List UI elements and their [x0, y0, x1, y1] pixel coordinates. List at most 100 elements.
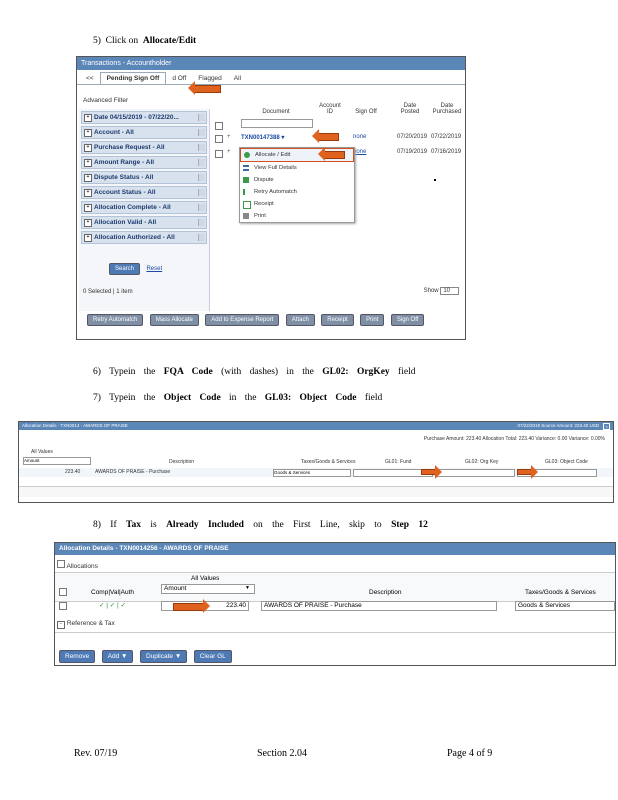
- arrow-pointer-gl03: [517, 465, 538, 479]
- expand-icon: +: [84, 143, 92, 152]
- col-account-id[interactable]: Account ID: [317, 103, 343, 115]
- document-link[interactable]: TXN00147388 ▾: [241, 134, 284, 141]
- allocation-details-titlebar: Allocation Details - TXN0014 - AWARDS OF…: [19, 422, 613, 430]
- add-to-expense-report-button[interactable]: Add to Expense Report: [205, 314, 280, 326]
- expand-row-icon[interactable]: +: [227, 134, 231, 140]
- page-size-select[interactable]: 10: [440, 287, 459, 295]
- menu-retry-automatch[interactable]: Retry Automatch: [240, 186, 354, 198]
- dropdown-icon: [198, 219, 205, 226]
- remove-button[interactable]: Remove: [59, 650, 96, 663]
- table-row[interactable]: + TXN00147388 ▾ Pd none 07/20/2019 07/22…: [213, 134, 465, 144]
- amount-value[interactable]: 223.40: [65, 469, 80, 475]
- tab-back[interactable]: <<: [80, 73, 100, 84]
- search-button[interactable]: Search: [109, 263, 141, 275]
- menu-dispute[interactable]: Dispute: [240, 174, 354, 186]
- row-checkbox[interactable]: [215, 135, 223, 143]
- tax-select[interactable]: Goods & Services: [515, 601, 615, 611]
- expand-icon: +: [84, 218, 92, 227]
- dropdown-icon: [198, 189, 205, 196]
- transactions-title: Transactions - Accountholder: [77, 57, 465, 70]
- document-filter-input[interactable]: [241, 119, 313, 128]
- row-checkbox[interactable]: [215, 150, 223, 158]
- col-gl01-fund: GL01: Fund: [385, 459, 412, 465]
- arrow-pointer-document: [312, 129, 339, 143]
- allocation-title: Allocation Details - TXN0014 - AWARDS OF…: [22, 423, 128, 428]
- details-icon: [243, 165, 249, 171]
- all-values-label: All Values: [191, 575, 220, 582]
- col-taxes-goods-services: Taxes/Goods & Services: [525, 589, 596, 596]
- clear-gl-button[interactable]: Clear GL: [193, 650, 232, 663]
- expand-icon: +: [84, 233, 92, 242]
- filter-purchase-request[interactable]: + Purchase Request - All: [81, 141, 207, 154]
- description-value[interactable]: AWARDS OF PRAISE - Purchase: [95, 469, 170, 475]
- tab-pending-sign-off[interactable]: Pending Sign Off: [99, 72, 167, 84]
- duplicate-button[interactable]: Duplicate ▼: [139, 650, 188, 663]
- tab-all[interactable]: All: [228, 73, 247, 84]
- add-button[interactable]: Add ▼: [101, 650, 134, 663]
- description-input[interactable]: AWARDS OF PRAISE - Purchase: [261, 601, 497, 611]
- filter-date[interactable]: + Date 04/15/2019 - 07/22/20...: [81, 111, 207, 124]
- filter-account-status[interactable]: + Account Status - All: [81, 186, 207, 199]
- allocations-toggle[interactable]: Allocations: [57, 560, 98, 570]
- date-purchased: 07/16/2019: [431, 149, 462, 155]
- reset-link[interactable]: Reset: [146, 266, 162, 272]
- footer-revision: Rev. 07/19: [74, 748, 118, 759]
- col-document[interactable]: Document: [241, 109, 311, 115]
- menu-print[interactable]: Print: [240, 210, 354, 222]
- close-icon[interactable]: ×: [603, 423, 610, 430]
- col-gl02-org-key: GL02: Org Key: [465, 459, 499, 465]
- tab-flagged[interactable]: Flagged: [192, 73, 228, 84]
- col-comp-val-auth: Comp|Val|Auth: [91, 589, 134, 596]
- filter-sidebar: + Date 04/15/2019 - 07/22/20... + Account …: [79, 109, 210, 311]
- tax-select[interactable]: Goods & Services: [273, 469, 351, 477]
- retry-automatch-button[interactable]: Retry Automatch: [87, 314, 144, 326]
- filter-allocation-complete[interactable]: + Allocation Complete - All: [81, 201, 207, 214]
- expand-icon: +: [84, 113, 92, 122]
- allocation-details-screenshot: Allocation Details - TXN0014256 - AWARDS…: [54, 542, 616, 666]
- tab-strip: << Pending Sign Off d Off Flagged All: [77, 70, 465, 85]
- allocation-details-wide-screenshot: Allocation Details - TXN0014 - AWARDS OF…: [18, 421, 614, 503]
- grid-header: All Values Amount ▼ Comp|Val|Auth Descri…: [55, 572, 615, 602]
- amount-select[interactable]: Amount: [23, 457, 91, 465]
- expand-icon: +: [84, 173, 92, 182]
- reference-tax-toggle[interactable]: − Reference & Tax: [57, 620, 115, 629]
- select-all-checkbox[interactable]: [215, 122, 223, 130]
- sign-off-value[interactable]: none: [353, 149, 366, 155]
- filter-amount-range[interactable]: + Amount Range - All: [81, 156, 207, 169]
- col-description: Description: [369, 589, 402, 596]
- sign-off-value[interactable]: none: [353, 134, 366, 140]
- date-purchased: 07/22/2019: [431, 134, 462, 140]
- all-values-label: All Values: [31, 449, 53, 455]
- dropdown-icon: [198, 174, 205, 181]
- print-button[interactable]: Print: [360, 314, 385, 326]
- expand-icon: +: [84, 203, 92, 212]
- filter-dispute-status[interactable]: + Dispute Status - All: [81, 171, 207, 184]
- col-date-posted[interactable]: Date Posted: [395, 103, 425, 115]
- dropdown-icon: [198, 129, 205, 136]
- selection-status: 0 Selected | 1 item: [83, 289, 133, 295]
- col-taxes-goods-services: Taxes/Goods & Services: [301, 459, 356, 465]
- attach-button[interactable]: Attach: [285, 314, 315, 326]
- filter-account[interactable]: + Account - All: [81, 126, 207, 139]
- footer-page-number: Page 4 of 9: [447, 748, 493, 759]
- mass-allocate-button[interactable]: Mass Allocate: [149, 314, 199, 326]
- expand-icon: +: [84, 128, 92, 137]
- arrow-pointer-gl02: [421, 465, 442, 479]
- select-all-checkbox[interactable]: [59, 588, 67, 596]
- row-checkbox[interactable]: [59, 602, 67, 610]
- expand-row-icon[interactable]: +: [227, 149, 231, 155]
- filter-allocation-authorized[interactable]: + Allocation Authorized - All: [81, 231, 207, 244]
- allocation-details-titlebar: Allocation Details - TXN0014256 - AWARDS…: [55, 543, 615, 555]
- menu-view-full-details[interactable]: View Full Details: [240, 162, 354, 174]
- menu-receipt[interactable]: Receipt: [240, 198, 354, 210]
- amount-select[interactable]: Amount: [161, 584, 255, 594]
- table-row: ✓ | ✓ | ✓ 223.40 AWARDS OF PRAISE - Purc…: [55, 600, 615, 612]
- footer-section: Section 2.04: [257, 748, 307, 759]
- receipt-button[interactable]: Receipt: [321, 314, 354, 326]
- col-sign-off[interactable]: Sign Off: [351, 109, 381, 115]
- dropdown-icon: [198, 144, 205, 151]
- filter-allocation-valid[interactable]: + Allocation Valid - All: [81, 216, 207, 229]
- col-date-purchased[interactable]: Date Purchased: [429, 103, 465, 115]
- sign-off-button[interactable]: Sign Off: [390, 314, 425, 326]
- allocations-checkbox[interactable]: [57, 560, 65, 568]
